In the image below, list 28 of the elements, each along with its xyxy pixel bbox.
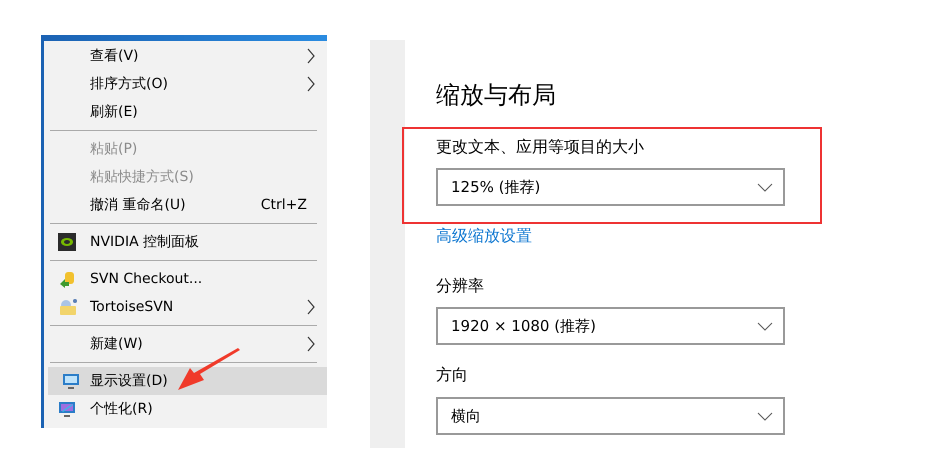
dropdown[interactable]: 125% (推荐) — [436, 168, 785, 206]
menu-item[interactable]: 显示设置(D) — [48, 367, 327, 395]
menu-item[interactable]: TortoiseSVN — [44, 293, 327, 321]
database-arrow-icon — [58, 270, 76, 288]
chevron-down-icon — [757, 182, 773, 192]
menu-item[interactable]: 个性化(R) — [44, 395, 327, 423]
dropdown[interactable]: 横向 — [436, 397, 785, 435]
menu-item[interactable]: 刷新(E) — [44, 98, 327, 126]
field-label: 分辨率 — [436, 276, 485, 296]
pointer-arrow — [176, 348, 242, 392]
menu-item[interactable]: 排序方式(O) — [44, 70, 327, 98]
menu-item[interactable]: 撤消 重命名(U) Ctrl+Z — [44, 191, 327, 219]
menu-item[interactable]: SVN Checkout... — [44, 265, 327, 293]
menu-item[interactable]: NVIDIA 控制面板 — [44, 228, 327, 256]
monitor-brush-icon — [58, 400, 76, 418]
advanced-scaling-link[interactable]: 高级缩放设置 — [436, 226, 785, 246]
dropdown[interactable]: 1920 × 1080 (推荐) — [436, 307, 785, 345]
folder-icon — [58, 298, 78, 316]
chevron-down-icon — [757, 412, 773, 420]
monitor-icon — [62, 372, 80, 390]
nvidia-icon — [58, 233, 76, 251]
field-label: 更改文本、应用等项目的大小 — [436, 137, 645, 157]
shortcut-text: Ctrl+Z — [260, 196, 307, 214]
field-label: 方向 — [436, 365, 469, 385]
section-title: 缩放与布局 — [436, 80, 557, 110]
menu-item[interactable]: 查看(V) — [44, 42, 327, 70]
menu-item[interactable]: 新建(W) — [44, 330, 327, 358]
chevron-down-icon — [757, 322, 773, 330]
